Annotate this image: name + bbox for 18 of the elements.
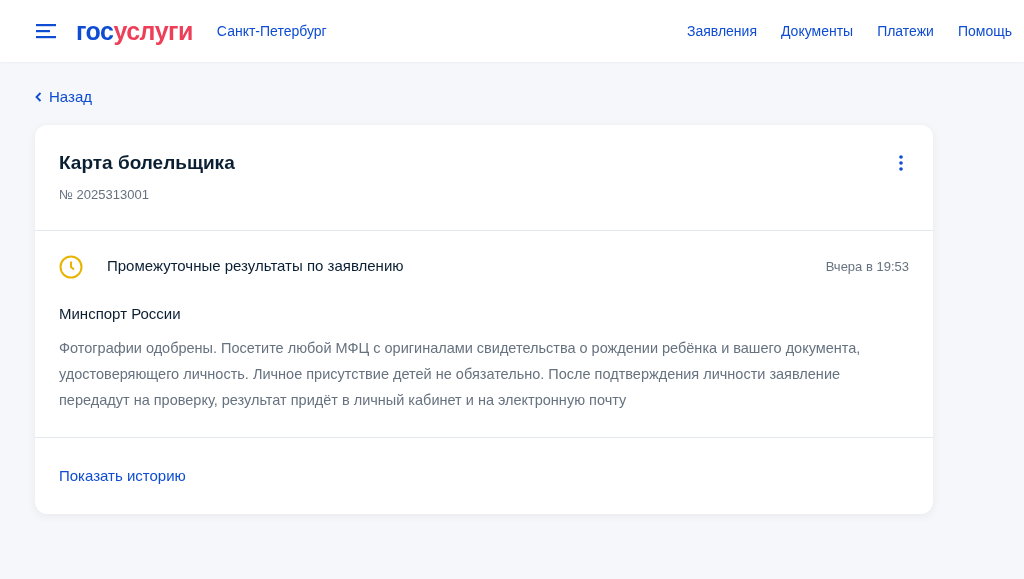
back-link[interactable]: Назад: [35, 89, 1024, 105]
message-text: Фотографии одобрены. Посетите любой МФЦ с оригиналами свидетельства о рождении ребёнка и вашего документа, удостоверяющего личность. Личное присутствие детей не обязательно. После подтверждения личности заявление передадут на проверку, результат придёт в личный кабинет и на электронную почту: [59, 339, 862, 410]
application-number: № 2025313001: [59, 186, 150, 204]
more-options-icon[interactable]: [899, 155, 903, 171]
nav-link[interactable]: Документы: [780, 20, 854, 42]
region-link[interactable]: Санкт-Петербург: [216, 20, 327, 42]
menu-icon[interactable]: [36, 23, 56, 39]
show-history-link[interactable]: Показать историю: [59, 467, 186, 484]
sender-name: Минспорт России: [59, 303, 182, 324]
status-text: Промежуточные результаты по заявлению: [107, 256, 404, 277]
nav-link[interactable]: Заявления: [686, 20, 757, 42]
chevron-left-icon: [35, 92, 42, 102]
logo[interactable]: госуслуги: [76, 18, 193, 44]
status-time: Вчера в 19:53: [825, 257, 909, 276]
card-title: Карта болельщика: [59, 151, 235, 175]
nav-link[interactable]: Платежи: [877, 20, 934, 42]
clock-icon: [59, 254, 83, 279]
nav-link[interactable]: Помощь: [957, 20, 1012, 42]
